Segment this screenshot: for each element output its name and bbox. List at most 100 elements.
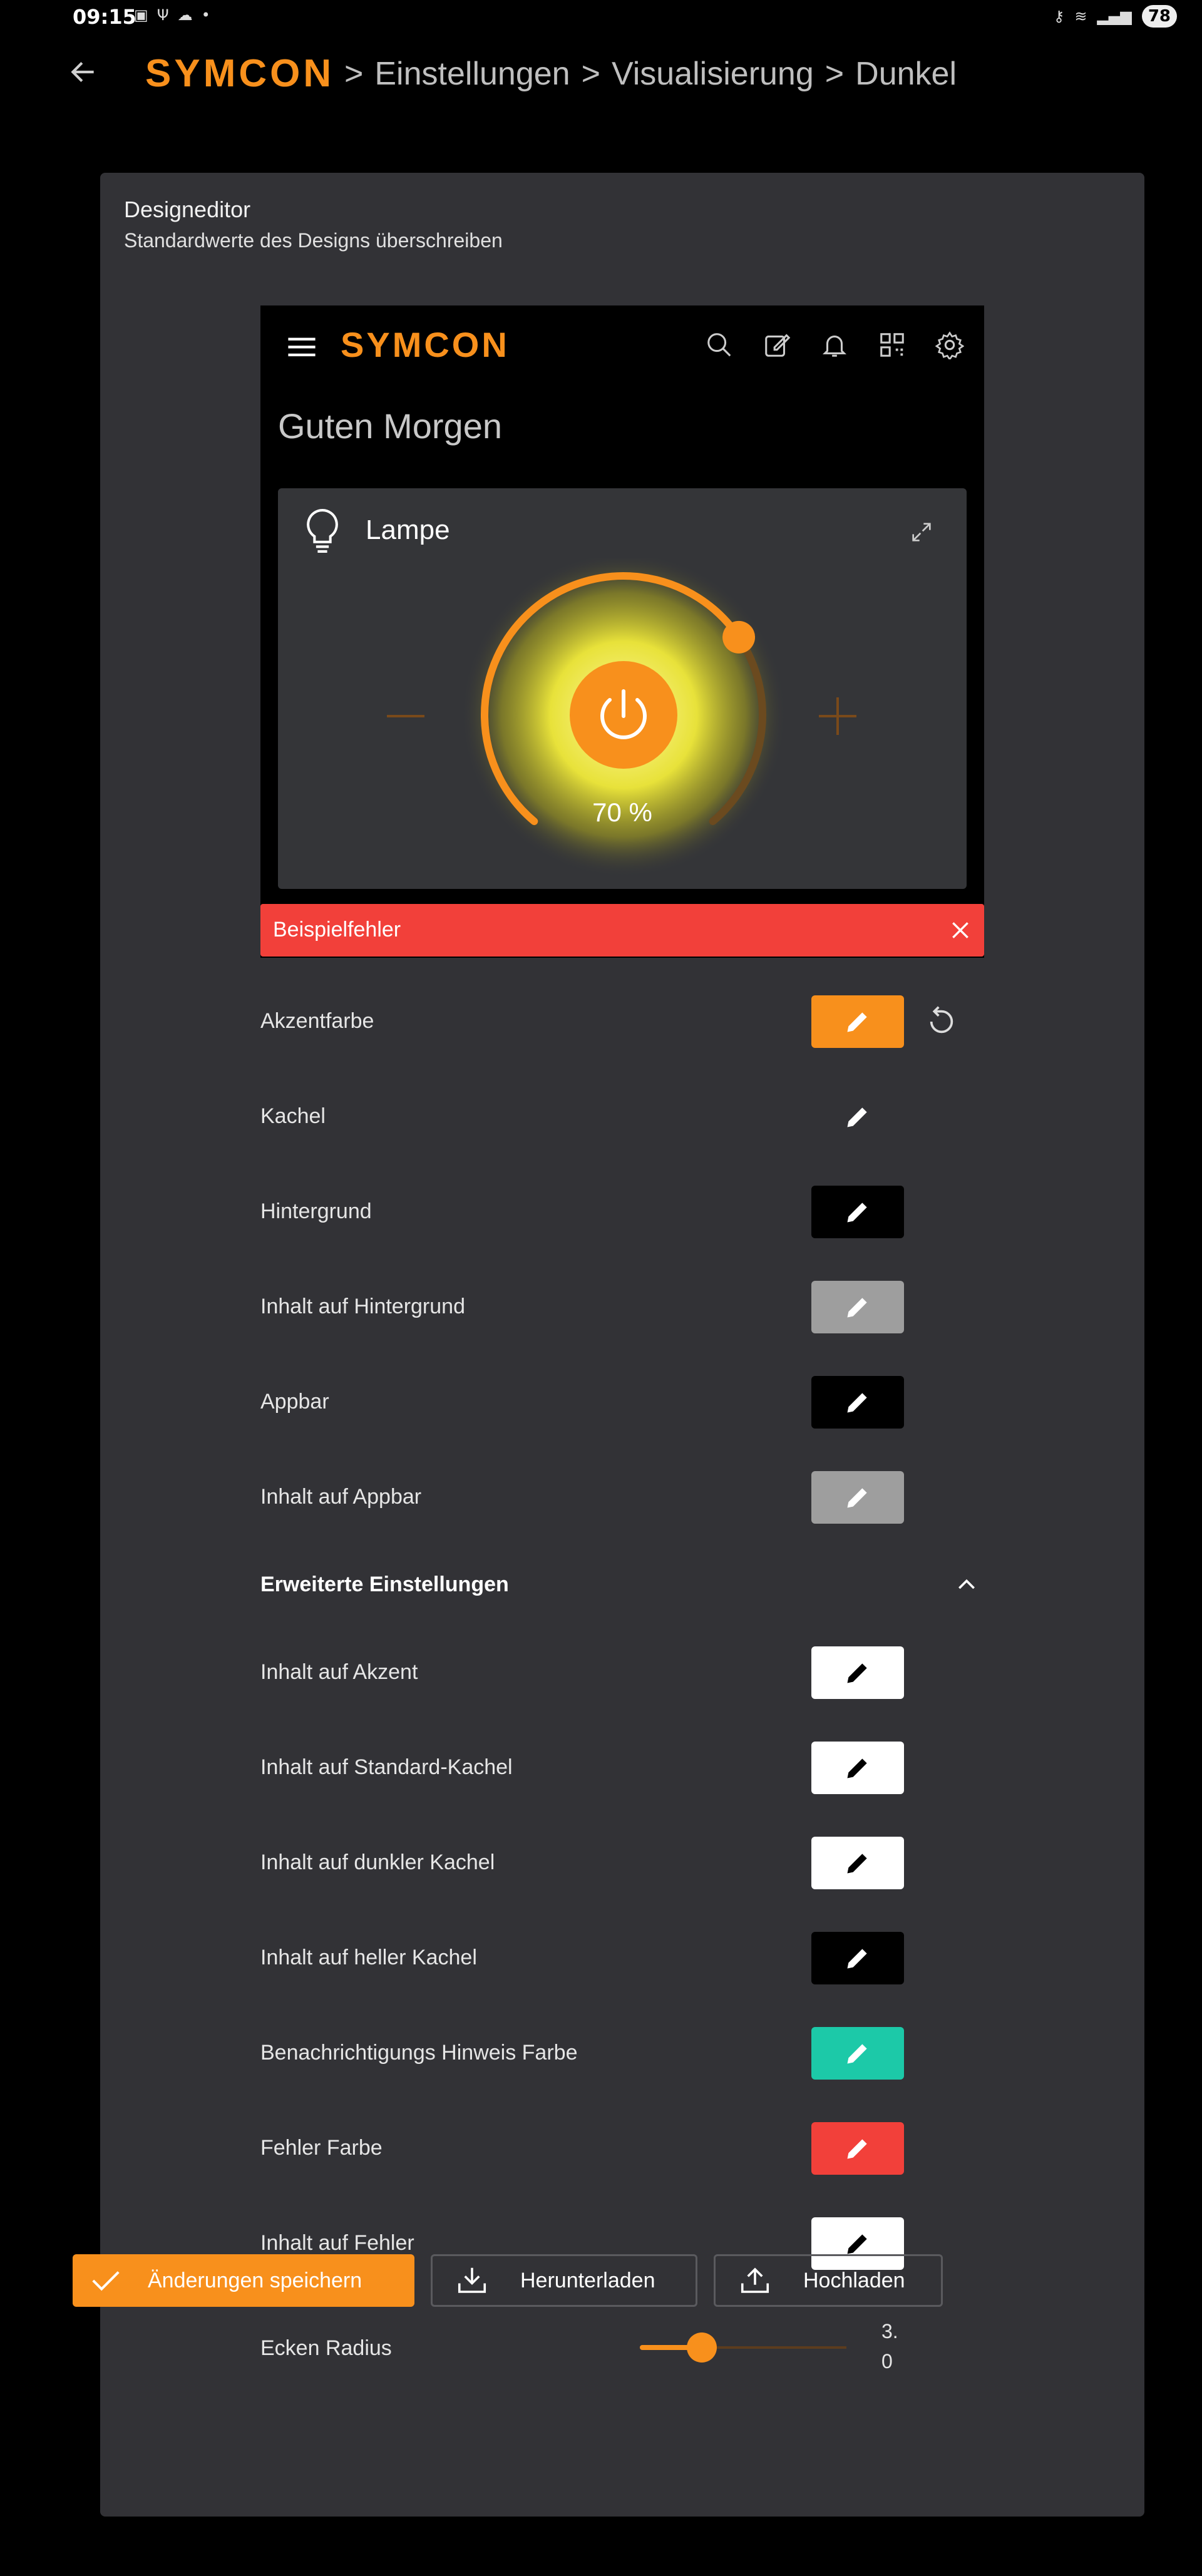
color-edit-button[interactable] — [811, 1742, 904, 1794]
advanced-settings-toggle[interactable]: Erweiterte Einstellungen — [260, 1559, 984, 1611]
color-edit-button[interactable] — [811, 1186, 904, 1238]
slider-thumb[interactable] — [687, 2332, 717, 2363]
color-edit-button[interactable] — [811, 1376, 904, 1429]
setting-label: Inhalt auf dunkler Kachel — [260, 1850, 495, 1874]
pencil-icon — [847, 2044, 867, 2064]
screenshot-icon: ▣ — [134, 6, 148, 24]
upload-icon — [741, 2267, 769, 2293]
download-icon — [458, 2267, 486, 2293]
symcon-logo[interactable]: SYMCON — [145, 51, 334, 96]
setting-label: Fehler Farbe — [260, 2136, 383, 2160]
status-bar: 09:15 ▣ Ψ ☁ • ⚷ ≋ ▂▄▆ 78 — [0, 0, 1202, 38]
corner-radius-slider[interactable] — [640, 2332, 846, 2363]
card-subtitle: Standardwerte des Designs überschreiben — [124, 229, 503, 252]
setting-label: Inhalt auf heller Kachel — [260, 1946, 477, 1969]
setting-label: Hintergrund — [260, 1199, 372, 1223]
pencil-icon — [847, 2139, 867, 2159]
setting-label: Inhalt auf Appbar — [260, 1485, 422, 1509]
pencil-icon — [847, 1949, 867, 1969]
back-arrow-icon[interactable] — [68, 56, 99, 88]
antenna-icon: Ψ — [157, 6, 169, 24]
hamburger-menu-icon — [288, 337, 316, 357]
setting-row: Hintergrund — [260, 1186, 984, 1238]
color-edit-button[interactable] — [811, 1090, 904, 1143]
color-edit-button[interactable] — [811, 1837, 904, 1889]
design-editor-card: Designeditor Standardwerte des Designs ü… — [100, 173, 1144, 2517]
bell-icon — [822, 336, 847, 357]
pencil-icon — [847, 1663, 867, 1683]
breadcrumb-dark: Dunkel — [855, 56, 957, 92]
pencil-icon — [847, 1393, 867, 1413]
breadcrumb-separator: > — [581, 56, 600, 92]
breadcrumb-separator: > — [344, 56, 364, 92]
tile-name: Lampe — [366, 515, 450, 545]
qr-code-icon — [880, 333, 904, 357]
color-edit-button[interactable] — [811, 1646, 904, 1699]
upload-button-label: Hochladen — [803, 2268, 905, 2292]
preview-logo: SYMCON — [341, 325, 510, 364]
setting-row: Kachel — [260, 1090, 984, 1143]
color-edit-button[interactable] — [811, 1471, 904, 1524]
pencil-icon — [847, 1203, 867, 1223]
setting-label: Akzentfarbe — [260, 1009, 374, 1033]
color-edit-button[interactable] — [811, 995, 904, 1048]
breadcrumb-settings[interactable]: Einstellungen — [374, 55, 570, 93]
download-button[interactable]: Herunterladen — [431, 2254, 697, 2307]
download-button-label: Herunterladen — [520, 2268, 655, 2292]
lamp-tile: Lampe 70 % — [278, 488, 967, 889]
breadcrumb-visualization[interactable]: Visualisierung — [612, 55, 814, 93]
setting-row: Inhalt auf Akzent — [260, 1646, 984, 1699]
check-icon — [92, 2271, 120, 2291]
gear-icon — [935, 331, 964, 359]
design-preview: SYMCON Guten Morgen Lampe 70 % — [260, 305, 984, 958]
pencil-icon — [847, 1298, 867, 1318]
pencil-icon — [847, 1854, 867, 1874]
breadcrumb-separator: > — [824, 56, 845, 92]
increase-icon-vertical — [836, 697, 839, 735]
pencil-icon — [847, 2234, 867, 2254]
corner-radius-row: Ecken Radius 3.0 — [260, 2316, 984, 2379]
corner-radius-label: Ecken Radius — [260, 2336, 392, 2360]
pencil-icon — [847, 1012, 867, 1032]
card-title: Designeditor — [124, 197, 251, 222]
preview-toolbar-icons — [705, 331, 964, 359]
cloud-icon: ☁ — [177, 6, 193, 24]
app-header: SYMCON > Einstellungen > Visualisierung … — [0, 44, 1202, 106]
reset-icon[interactable] — [924, 1004, 959, 1039]
status-time: 09:15 — [73, 5, 136, 29]
setting-row: Inhalt auf dunkler Kachel — [260, 1837, 984, 1889]
expand-icon — [912, 523, 931, 541]
key-icon: ⚷ — [1053, 8, 1065, 25]
setting-label: Inhalt auf Fehler — [260, 2231, 414, 2255]
pencil-icon — [847, 1758, 867, 1778]
save-button[interactable]: Änderungen speichern — [73, 2254, 414, 2307]
setting-row: Fehler Farbe — [260, 2122, 984, 2175]
status-system-icons: ⚷ ≋ ▂▄▆ 78 — [1054, 5, 1177, 28]
setting-row: Inhalt auf Appbar — [260, 1471, 984, 1524]
brightness-percent: 70 % — [592, 798, 652, 827]
breadcrumb: > Einstellungen > Visualisierung > Dunke… — [344, 55, 957, 93]
decrease-icon — [387, 715, 424, 717]
edit-icon — [765, 334, 791, 357]
upload-button[interactable]: Hochladen — [714, 2254, 943, 2307]
dial-thumb[interactable] — [722, 620, 756, 654]
brightness-dial — [461, 558, 786, 878]
setting-row: Inhalt auf Standard-Kachel — [260, 1742, 984, 1794]
pencil-icon — [847, 1107, 867, 1127]
error-text: Beispielfehler — [273, 918, 401, 942]
close-icon[interactable] — [948, 918, 973, 943]
color-edit-button[interactable] — [811, 1932, 904, 1984]
color-edit-button[interactable] — [811, 2122, 904, 2175]
corner-radius-value: 3.0 — [881, 2320, 898, 2373]
chevron-up-icon — [958, 1579, 975, 1589]
setting-label: Inhalt auf Akzent — [260, 1660, 418, 1684]
setting-label: Appbar — [260, 1390, 329, 1414]
setting-label: Inhalt auf Standard-Kachel — [260, 1755, 513, 1779]
dot-icon: • — [201, 6, 210, 24]
setting-label: Kachel — [260, 1104, 326, 1128]
color-edit-button[interactable] — [811, 1281, 904, 1333]
color-edit-button[interactable] — [811, 2027, 904, 2080]
status-notification-icons: ▣ Ψ ☁ • — [134, 6, 210, 24]
preview-greeting: Guten Morgen — [278, 406, 502, 446]
wifi-icon: ≋ — [1074, 8, 1087, 25]
